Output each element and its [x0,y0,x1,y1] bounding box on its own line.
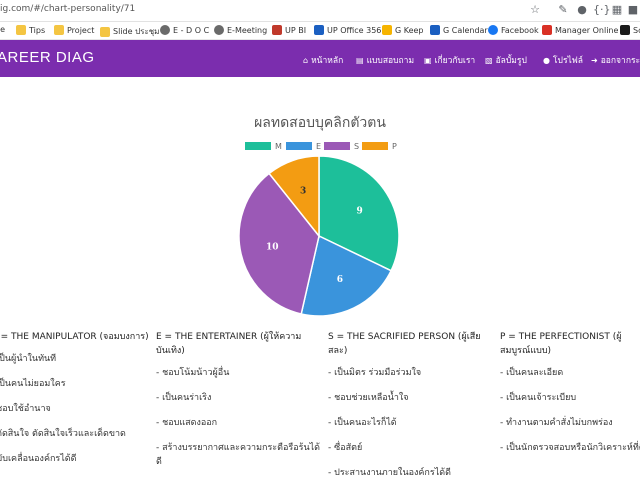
list-item: - ชอบแสดงออก [156,418,218,428]
list-item: - ขับเคลื่อนองค์กรได้ดี [0,454,77,464]
type-column-s: S = THE SACRIFIED PERSON (ผู้เสียสละ) - … [328,330,493,491]
type-column-m: M = THE MANIPULATOR (จอมบงการ) - เป็นผู้… [0,330,155,477]
column-heading: S = THE SACRIFIED PERSON (ผู้เสียสละ) [328,332,481,356]
list-item: - เป็นคนอะไรก็ได้ [328,418,397,428]
list-item: - เป็นผู้นำในทันที [0,354,57,364]
column-heading: P = THE PERFECTIONIST (ผู้สมบูรณ์แบบ) [500,332,622,356]
list-item: - ชอบช่วยเหลือน้ำใจ [328,393,409,403]
pie-slice-value-label: 3 [300,187,306,197]
list-item: - ประสานงานภายในองค์กรได้ดี [328,468,451,478]
list-item: - สร้างบรรยากาศและความกระตือรือร้นได้ดี [156,443,320,467]
pie-slice-value-label: 6 [337,275,343,285]
list-item: - ชอบโน้มน้าวผู้อื่น [156,368,230,378]
list-item: - เป็นคนละเอียด [500,368,564,378]
pie-slice-value-label: 9 [357,206,363,216]
list-item: - เป็นคนเจ้าระเบียบ [500,393,577,403]
pie-slice-value-label: 10 [266,243,279,253]
column-heading: E = THE ENTERTAINER (ผู้ให้ความบันเทิง) [156,332,302,356]
list-item: - ซื่อสัตย์ [328,443,363,453]
column-heading: M = THE MANIPULATOR (จอมบงการ) [0,332,149,342]
type-column-e: E = THE ENTERTAINER (ผู้ให้ความบันเทิง) … [156,330,321,480]
list-item: - เป็นมิตร ร่วมมือร่วมใจ [328,368,422,378]
list-item: - ทำงานตามคำสั่งไม่บกพร่อง [500,418,613,428]
list-item: - ชอบใช้อำนาจ [0,404,51,414]
list-item: - ตัดสินใจ ตัดสินใจเร็วและเด็ดขาด [0,429,126,439]
type-column-p: P = THE PERFECTIONIST (ผู้สมบูรณ์แบบ) - … [500,330,640,466]
list-item: - เป็นคนร่าเริง [156,393,212,403]
list-item: - เป็นคนไม่ยอมใคร [0,379,66,389]
list-item: - เป็นนักตรวจสอบหรือนักวิเคราะห์ที่ดี [500,443,640,453]
